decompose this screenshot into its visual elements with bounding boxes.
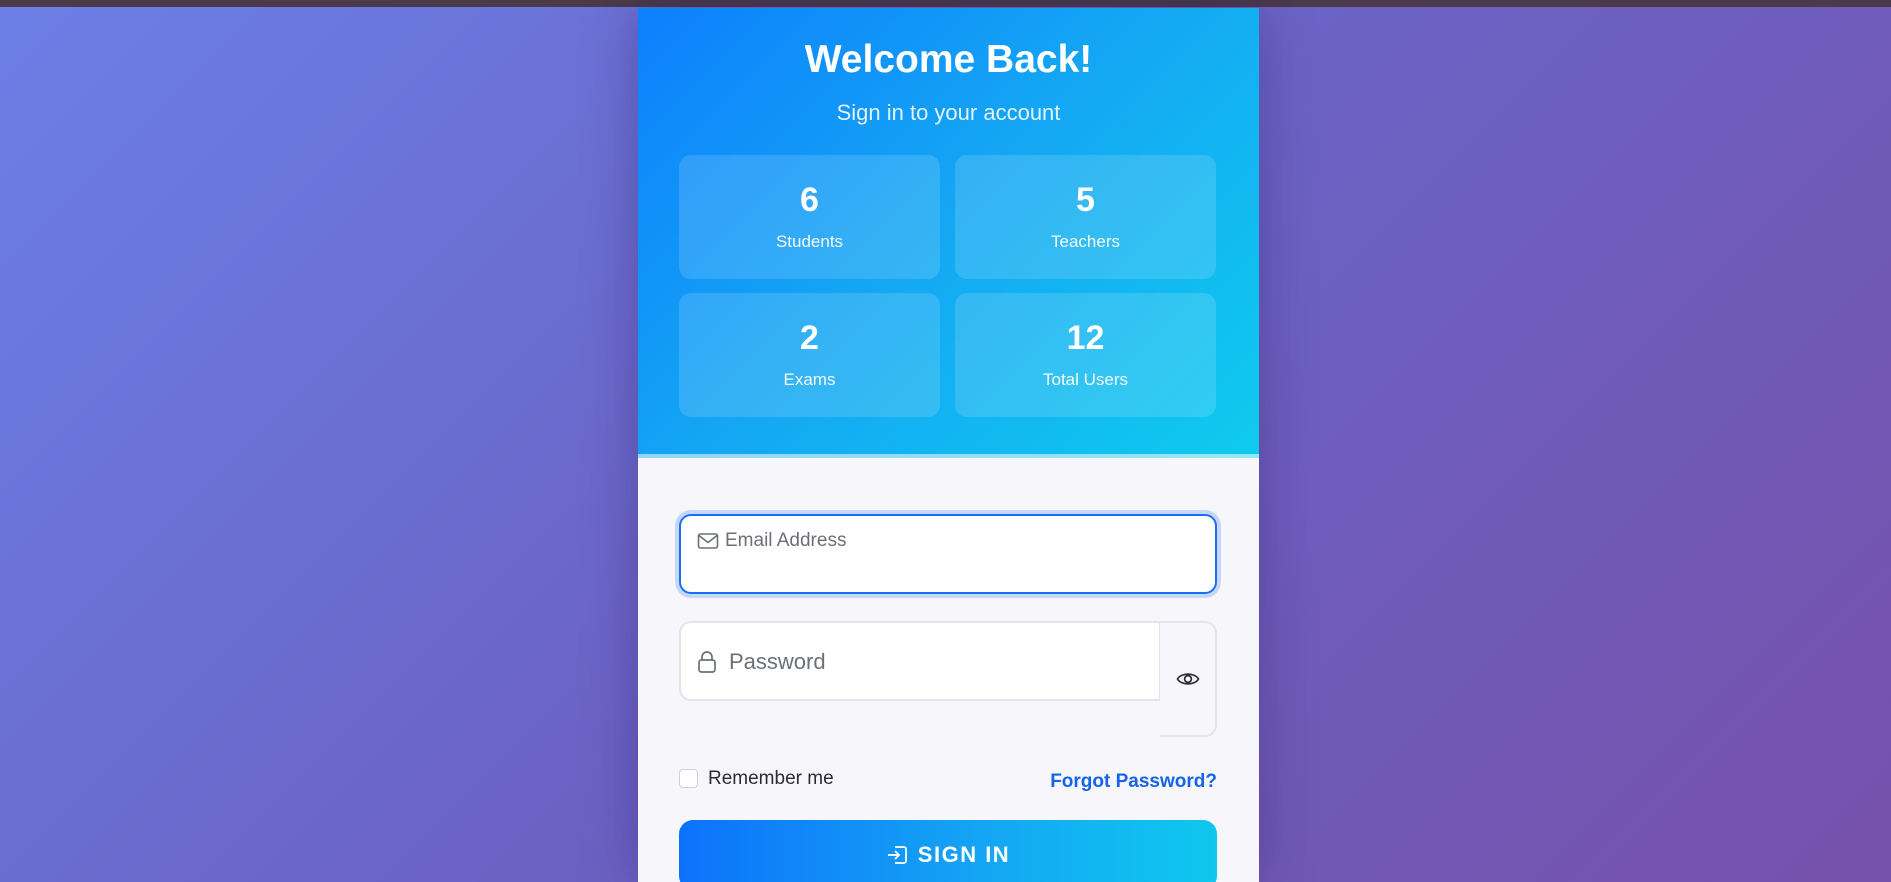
- sign-in-content: SIGN IN: [679, 842, 1217, 868]
- remember-checkbox[interactable]: [679, 769, 698, 788]
- stat-value: 5: [1076, 181, 1095, 219]
- sign-in-button[interactable]: SIGN IN: [679, 820, 1217, 882]
- lock-icon: [698, 651, 716, 673]
- stat-value: 12: [1066, 319, 1105, 357]
- stat-value: 2: [800, 319, 819, 357]
- stat-value: 6: [800, 181, 819, 219]
- password-field[interactable]: [679, 621, 1160, 701]
- stat-card-total-users: 12 Total Users: [955, 293, 1216, 417]
- forgot-password-link[interactable]: Forgot Password?: [1050, 771, 1217, 793]
- card-header: Welcome Back! Sign in to your account 6 …: [638, 8, 1259, 458]
- password-group: [679, 621, 1217, 737]
- remember-label: Remember me: [708, 768, 834, 789]
- stat-label: Total Users: [1042, 370, 1129, 389]
- toggle-password-button[interactable]: [1160, 621, 1217, 737]
- sign-in-label: SIGN IN: [917, 842, 1011, 867]
- page-title: Welcome Back!: [804, 38, 1093, 81]
- email-field[interactable]: [679, 514, 1217, 594]
- stat-card-students: 6 Students: [679, 155, 940, 279]
- stat-card-exams: 2 Exams: [679, 293, 940, 417]
- eye-icon: [1176, 673, 1200, 685]
- email-input[interactable]: [725, 524, 1195, 558]
- login-card: Welcome Back! Sign in to your account 6 …: [638, 8, 1259, 882]
- sign-in-icon: [887, 846, 907, 864]
- stat-card-teachers: 5 Teachers: [955, 155, 1216, 279]
- stat-label: Exams: [783, 370, 836, 389]
- password-input[interactable]: [729, 643, 1149, 681]
- page-subtitle: Sign in to your account: [836, 100, 1061, 125]
- browser-top-strip: [0, 0, 1891, 7]
- envelope-icon: [697, 533, 719, 549]
- stat-label: Teachers: [1051, 232, 1120, 251]
- stat-label: Students: [775, 232, 844, 251]
